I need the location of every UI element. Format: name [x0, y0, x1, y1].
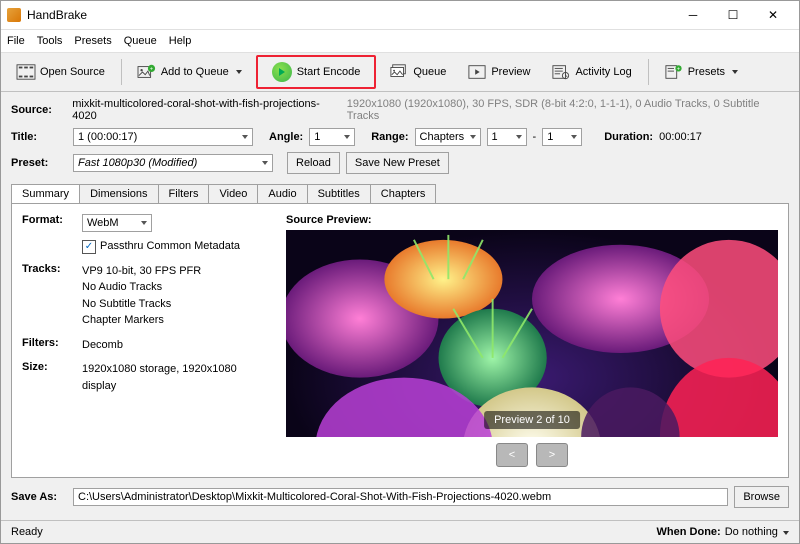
source-preview-label: Source Preview:	[286, 214, 778, 226]
range-from-dropdown[interactable]: 1	[487, 128, 527, 146]
preset-label: Preset:	[11, 157, 67, 169]
tab-subtitles[interactable]: Subtitles	[307, 184, 371, 203]
maximize-button[interactable]: ☐	[713, 3, 753, 27]
queue-icon	[390, 64, 408, 80]
tab-summary[interactable]: Summary	[11, 184, 80, 203]
preview-button[interactable]: Preview	[460, 61, 538, 83]
angle-dropdown[interactable]: 1	[309, 128, 355, 146]
browse-button[interactable]: Browse	[734, 486, 789, 508]
menu-bar: File Tools Presets Queue Help	[1, 30, 799, 53]
menu-help[interactable]: Help	[169, 35, 192, 47]
tracks-list: VP9 10-bit, 30 FPS PFR No Audio Tracks N…	[82, 263, 272, 329]
menu-presets[interactable]: Presets	[74, 35, 111, 47]
tab-audio[interactable]: Audio	[257, 184, 307, 203]
start-encode-button[interactable]: Start Encode	[264, 59, 369, 85]
chevron-down-icon	[783, 531, 789, 535]
add-to-queue-button[interactable]: + Add to Queue	[130, 61, 250, 83]
range-type-dropdown[interactable]: Chapters	[415, 128, 481, 146]
source-file: mixkit-multicolored-coral-shot-with-fish…	[72, 98, 340, 122]
chevron-down-icon	[236, 70, 242, 74]
format-label: Format:	[22, 214, 82, 255]
close-button[interactable]: ✕	[753, 3, 793, 27]
source-label: Source:	[11, 104, 66, 116]
filters-label: Filters:	[22, 337, 82, 354]
preset-dropdown[interactable]: Fast 1080p30 (Modified)	[73, 154, 273, 172]
open-source-button[interactable]: Open Source	[9, 61, 113, 83]
when-done-label: When Done:	[657, 526, 721, 538]
presets-icon: +	[665, 64, 683, 80]
range-to-dropdown[interactable]: 1	[542, 128, 582, 146]
preview-next-button[interactable]: >	[536, 443, 568, 467]
menu-tools[interactable]: Tools	[37, 35, 63, 47]
svg-text:+: +	[677, 67, 680, 73]
chevron-down-icon	[732, 70, 738, 74]
image-plus-icon: +	[138, 64, 156, 80]
size-value: 1920x1080 storage, 1920x1080 display	[82, 361, 272, 394]
save-new-preset-button[interactable]: Save New Preset	[346, 152, 449, 174]
preview-icon	[468, 64, 486, 80]
toolbar: Open Source + Add to Queue Start Encode …	[1, 53, 799, 92]
tab-strip: Summary Dimensions Filters Video Audio S…	[11, 184, 789, 203]
preview-prev-button[interactable]: <	[496, 443, 528, 467]
duration-label: Duration:	[604, 131, 653, 143]
tracks-label: Tracks:	[22, 263, 82, 329]
tab-video[interactable]: Video	[208, 184, 258, 203]
title-label: Title:	[11, 131, 67, 143]
minimize-button[interactable]: ─	[673, 3, 713, 27]
start-encode-highlight: Start Encode	[256, 55, 377, 89]
save-as-input[interactable]: C:\Users\Administrator\Desktop\Mixkit-Mu…	[73, 488, 728, 506]
range-label: Range:	[371, 131, 408, 143]
menu-file[interactable]: File	[7, 35, 25, 47]
passthru-checkbox[interactable]	[82, 240, 96, 254]
filters-value: Decomb	[82, 337, 272, 354]
source-info: 1920x1080 (1920x1080), 30 FPS, SDR (8-bi…	[347, 98, 789, 122]
tab-dimensions[interactable]: Dimensions	[79, 184, 158, 203]
status-text: Ready	[11, 526, 43, 538]
presets-button[interactable]: + Presets	[657, 61, 746, 83]
size-label: Size:	[22, 361, 82, 394]
title-dropdown[interactable]: 1 (00:00:17)	[73, 128, 253, 146]
format-dropdown[interactable]: WebM	[82, 214, 152, 232]
when-done-dropdown[interactable]: Do nothing	[725, 526, 789, 538]
log-icon	[552, 64, 570, 80]
queue-button[interactable]: Queue	[382, 61, 454, 83]
angle-label: Angle:	[269, 131, 303, 143]
play-icon	[272, 62, 292, 82]
reload-button[interactable]: Reload	[287, 152, 340, 174]
film-icon	[17, 64, 35, 80]
tab-chapters[interactable]: Chapters	[370, 184, 437, 203]
menu-queue[interactable]: Queue	[124, 35, 157, 47]
source-preview: Preview 2 of 10	[286, 230, 778, 437]
activity-log-button[interactable]: Activity Log	[544, 61, 639, 83]
coral-image	[286, 230, 778, 437]
save-as-label: Save As:	[11, 491, 67, 503]
duration-value: 00:00:17	[659, 131, 702, 143]
svg-text:+: +	[150, 67, 153, 73]
tab-filters[interactable]: Filters	[158, 184, 210, 203]
window-title: HandBrake	[27, 8, 673, 22]
app-logo-icon	[7, 8, 21, 22]
preview-counter: Preview 2 of 10	[484, 411, 580, 429]
